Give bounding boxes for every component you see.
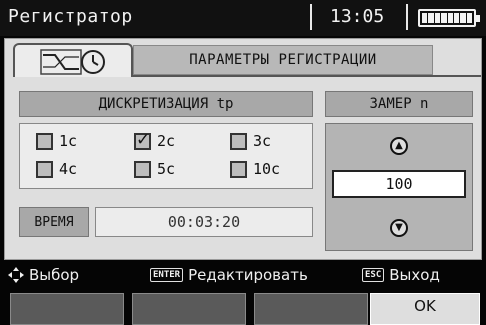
battery-full-icon xyxy=(418,9,480,27)
arrow-down-icon: ▼ xyxy=(390,219,408,237)
sampling-option-5s[interactable]: 5с xyxy=(134,160,175,178)
header-divider xyxy=(133,75,481,77)
clock-icon xyxy=(81,50,105,74)
checkbox[interactable] xyxy=(230,132,247,150)
duration-label: ВРЕМЯ xyxy=(19,207,89,237)
count-increase-button[interactable]: ▲ xyxy=(326,128,472,164)
recording-mode-tab[interactable] xyxy=(13,43,133,77)
count-value[interactable]: 100 xyxy=(332,170,466,198)
title-separator xyxy=(310,4,312,30)
sampling-option-10s[interactable]: 10с xyxy=(230,160,280,178)
option-label: 5с xyxy=(157,160,176,178)
softkey-2[interactable] xyxy=(132,293,246,325)
count-stepper: ▲ 100 ▼ xyxy=(325,123,473,251)
clock-time: 13:05 xyxy=(330,6,385,27)
sampling-label: ДИСКРЕТИЗАЦИЯ tр xyxy=(19,91,313,117)
waveform-icon xyxy=(40,49,105,75)
duration-value[interactable]: 00:03:20 xyxy=(95,207,313,237)
enter-key-icon: ENTER xyxy=(150,268,184,282)
option-label: 3с xyxy=(253,132,272,150)
hint-edit: ENTER Редактировать xyxy=(150,266,308,284)
hint-edit-label: Редактировать xyxy=(188,266,308,284)
sampling-option-4s[interactable]: 4с xyxy=(36,160,77,178)
arrows-icon xyxy=(8,267,24,283)
option-label: 4с xyxy=(59,160,78,178)
checkbox-checked[interactable] xyxy=(134,130,151,150)
page-title: ПАРАМЕТРЫ РЕГИСТРАЦИИ xyxy=(133,45,433,75)
count-decrease-button[interactable]: ▼ xyxy=(326,210,472,246)
title-separator xyxy=(406,4,408,30)
settings-panel: ПАРАМЕТРЫ РЕГИСТРАЦИИ ДИСКРЕТИЗАЦИЯ tр З… xyxy=(4,38,482,260)
duration-row: ВРЕМЯ 00:03:20 xyxy=(19,207,313,237)
title-bar: Регистратор 13:05 xyxy=(0,0,486,36)
hint-exit: ESC Выход xyxy=(362,266,440,284)
esc-key-icon: ESC xyxy=(362,268,385,282)
hint-exit-label: Выход xyxy=(389,266,440,284)
app-title: Регистратор xyxy=(8,6,133,27)
count-label: ЗАМЕР n xyxy=(325,91,473,117)
sampling-options: 1с 2с 3с 4с 5с 10с xyxy=(19,123,313,189)
hint-bar: Выбор ENTER Редактировать ESC Выход xyxy=(0,262,486,288)
sampling-option-3s[interactable]: 3с xyxy=(230,132,271,150)
option-label: 2с xyxy=(157,132,176,150)
option-label: 10с xyxy=(253,160,281,178)
sampling-option-2s[interactable]: 2с xyxy=(134,130,176,150)
ok-button[interactable]: OK xyxy=(370,293,480,325)
hint-select-label: Выбор xyxy=(29,266,80,284)
softkey-1[interactable] xyxy=(10,293,124,325)
checkbox[interactable] xyxy=(134,160,151,178)
checkbox[interactable] xyxy=(230,160,247,178)
sampling-option-1s[interactable]: 1с xyxy=(36,132,77,150)
hint-select: Выбор xyxy=(8,266,79,284)
softkey-3[interactable] xyxy=(254,293,368,325)
checkbox[interactable] xyxy=(36,160,53,178)
recorder-screen: Регистратор 13:05 ПАРАМЕТРЫ РЕГИСТРАЦИИ … xyxy=(0,0,486,325)
arrow-up-icon: ▲ xyxy=(390,137,408,155)
checkbox[interactable] xyxy=(36,132,53,150)
option-label: 1с xyxy=(59,132,78,150)
panel-header: ПАРАМЕТРЫ РЕГИСТРАЦИИ xyxy=(5,39,481,79)
